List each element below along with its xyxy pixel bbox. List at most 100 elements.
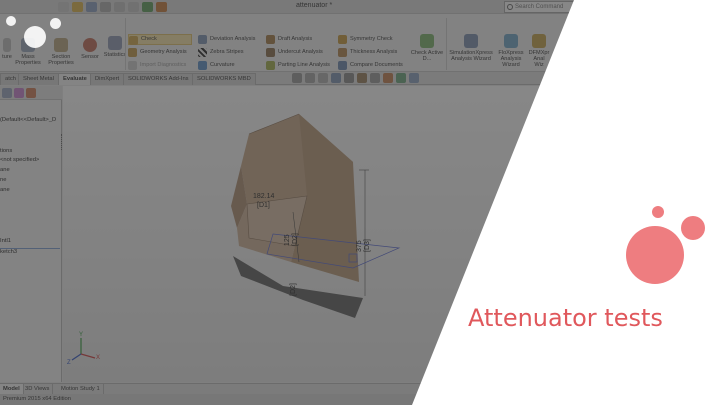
deviation-analysis-button[interactable]: Deviation Analysis	[198, 34, 255, 45]
draft-analysis-button[interactable]: Draft Analysis	[266, 34, 312, 45]
feature-manager-tree: (Default<<Default>_D tions <not specifie…	[0, 86, 62, 382]
hide-show-items-icon[interactable]	[370, 73, 380, 83]
floxpress-icon	[504, 34, 518, 48]
geometry-analysis-button[interactable]: Geometry Analysis	[128, 47, 187, 58]
parting-line-analysis-icon	[266, 61, 275, 70]
tab-model[interactable]: Model	[0, 384, 24, 394]
select-arrow-icon[interactable]	[128, 2, 139, 12]
zebra-stripes-label: Zebra Stripes	[210, 49, 244, 55]
compare-documents-label: Compare Documents	[350, 62, 403, 68]
feature-manager-icon[interactable]	[2, 88, 12, 98]
undercut-analysis-button[interactable]: Undercut Analysis	[266, 47, 323, 58]
quick-access-toolbar	[58, 1, 167, 13]
simulationxpress-button[interactable]: SimulationXpress Analysis Wizard	[449, 34, 493, 62]
model-view: 182.14 [D1] 125 [D2] 375 [D3] [D2] Y X Z	[67, 113, 401, 366]
property-manager-icon[interactable]	[14, 88, 24, 98]
tab-evaluate[interactable]: Evaluate	[58, 73, 92, 85]
search-commands-input[interactable]: Search Command	[504, 1, 584, 13]
sensor-button[interactable]: Sensor	[78, 38, 102, 60]
check-button[interactable]: Check	[128, 34, 192, 45]
dimension-id[interactable]: [D3]	[364, 239, 371, 252]
zoom-to-fit-icon[interactable]	[292, 73, 302, 83]
logo-bubble-large	[24, 26, 46, 48]
apply-scene-icon[interactable]	[396, 73, 406, 83]
simulationxpress-icon	[464, 34, 478, 48]
import-diagnostics-button[interactable]: Import Diagnostics	[128, 60, 186, 71]
tab-solidworks-mbd[interactable]: SOLIDWORKS MBD	[192, 73, 256, 85]
tree-item-annotations[interactable]: tions	[0, 148, 12, 154]
graphics-area[interactable]: 182.14 [D1] 125 [D2] 375 [D3] [D2] Y X Z	[63, 86, 720, 382]
ribbon-fragment-button[interactable]: ture	[2, 38, 12, 60]
draft-analysis-icon	[266, 35, 275, 44]
tree-item-feature[interactable]: Intl1	[0, 238, 11, 244]
accent-bubble-medium	[681, 216, 705, 240]
tab-sheet-metal[interactable]: Sheet Metal	[18, 73, 59, 85]
curvature-label: Curvature	[210, 62, 235, 68]
print-icon[interactable]	[100, 2, 111, 12]
undercut-analysis-icon	[266, 48, 275, 57]
accent-bubble-large	[626, 226, 684, 284]
parting-line-analysis-button[interactable]: Parting Line Analysis	[266, 60, 330, 71]
search-placeholder: Search Command	[515, 4, 564, 10]
tree-item-sketch[interactable]: ketch3	[0, 248, 60, 255]
feature-manager-tabs	[0, 86, 62, 100]
axis-triad: Y X Z	[67, 332, 100, 366]
dfmxpress-button[interactable]: DFMXpr Anal Wiz	[528, 34, 550, 68]
edit-appearance-icon[interactable]	[383, 73, 393, 83]
curvature-icon	[198, 61, 207, 70]
view-orientation-icon[interactable]	[344, 73, 354, 83]
save-icon[interactable]	[86, 2, 97, 12]
floxpress-label: FloXpress Analysis Wizard	[498, 50, 524, 68]
triad-y-label: Y	[79, 332, 83, 338]
bottom-tabs: Model 3D Views Motion Study 1	[0, 383, 720, 394]
previous-view-icon[interactable]	[318, 73, 328, 83]
tab-motion-study[interactable]: Motion Study 1	[58, 384, 104, 394]
statistics-icon	[108, 36, 122, 50]
check-label: Check	[141, 36, 157, 42]
tree-item-material[interactable]: <not specified>	[0, 157, 39, 163]
dimension-id[interactable]: [D1]	[257, 202, 270, 209]
triad-x-label: X	[96, 355, 100, 361]
ribbon-fragment-label: ture	[2, 54, 12, 60]
deviation-analysis-icon	[198, 35, 207, 44]
zoom-area-icon[interactable]	[305, 73, 315, 83]
symmetry-check-icon	[338, 35, 347, 44]
tab-solidworks-add-ins[interactable]: SOLIDWORKS Add-Ins	[123, 73, 194, 85]
curvature-button[interactable]: Curvature	[198, 60, 235, 71]
view-settings-icon[interactable]	[409, 73, 419, 83]
tab-dimxpert[interactable]: DimXpert	[90, 73, 125, 85]
symmetry-check-button[interactable]: Symmetry Check	[338, 34, 393, 45]
compare-documents-button[interactable]: Compare Documents	[338, 60, 403, 71]
tree-item-part[interactable]: (Default<<Default>_D	[0, 117, 56, 123]
ribbon-separator	[446, 18, 447, 70]
tree-item-right-plane[interactable]: ane	[0, 187, 10, 193]
dimension-value[interactable]: 182.14	[253, 193, 275, 200]
dimension-id[interactable]: [D2]	[290, 283, 297, 296]
simulationxpress-label: SimulationXpress Analysis Wizard	[449, 50, 493, 62]
display-manager-icon[interactable]	[26, 88, 36, 98]
dimension-value[interactable]: 375	[356, 240, 363, 252]
check-active-document-button[interactable]: Check Active D...	[410, 34, 444, 62]
display-style-icon[interactable]	[357, 73, 367, 83]
search-icon	[507, 4, 513, 10]
tree-item-front-plane[interactable]: ane	[0, 167, 10, 173]
zebra-stripes-icon	[198, 48, 207, 57]
options-icon[interactable]	[156, 2, 167, 12]
undo-icon[interactable]	[114, 2, 125, 12]
geometry-analysis-icon	[128, 48, 137, 57]
rebuild-icon[interactable]	[142, 2, 153, 12]
open-folder-icon[interactable]	[72, 2, 83, 12]
dimension-id[interactable]: [D2]	[292, 233, 299, 246]
new-document-icon[interactable]	[58, 2, 69, 12]
thickness-analysis-button[interactable]: Thickness Analysis	[338, 47, 397, 58]
logo-bubble-small	[6, 16, 16, 26]
floxpress-button[interactable]: FloXpress Analysis Wizard	[496, 34, 526, 68]
tree-item-top-plane[interactable]: ne	[0, 177, 6, 183]
symmetry-check-label: Symmetry Check	[350, 36, 393, 42]
zebra-stripes-button[interactable]: Zebra Stripes	[198, 47, 244, 58]
section-view-icon[interactable]	[331, 73, 341, 83]
dimension-value[interactable]: 125	[284, 234, 291, 246]
section-properties-button[interactable]: Section Properties	[46, 38, 76, 66]
sensor-label: Sensor	[81, 54, 99, 60]
tab-3d-views[interactable]: 3D Views	[22, 384, 54, 394]
